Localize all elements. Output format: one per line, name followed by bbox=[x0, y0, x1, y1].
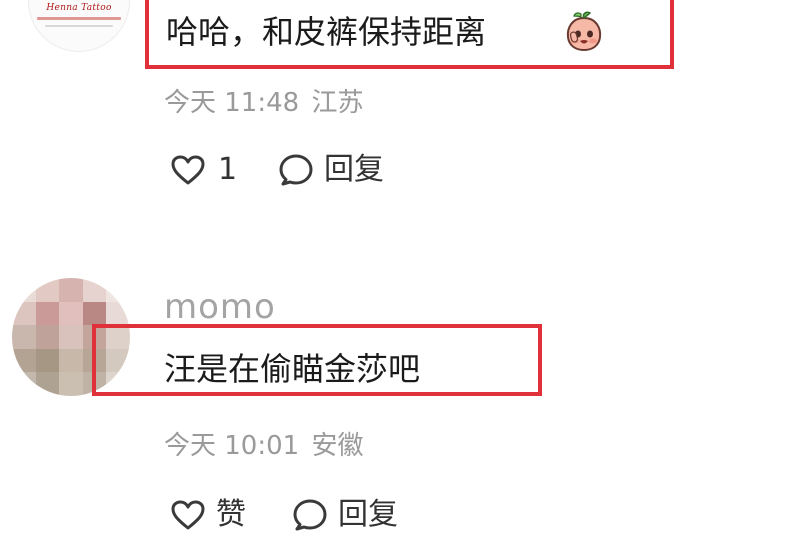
comment2-reply-label: 回复 bbox=[338, 497, 398, 532]
comment1-like-button[interactable]: 1 bbox=[170, 152, 237, 188]
comment2-like-button[interactable]: 赞 bbox=[170, 497, 246, 533]
comment1-location: 江苏 bbox=[311, 88, 364, 118]
comment1-meta: 今天 11:48 江苏 bbox=[164, 90, 363, 116]
speech-bubble-icon bbox=[278, 153, 314, 187]
avatar-brand-decoration bbox=[45, 25, 113, 27]
comment1-reply-button[interactable]: 回复 bbox=[278, 152, 384, 188]
avatar-brand-text: Henna Tattoo bbox=[46, 3, 112, 13]
heart-icon bbox=[170, 499, 206, 531]
comment2-like-label: 赞 bbox=[216, 497, 246, 532]
peach-face-emoji-icon bbox=[564, 10, 604, 52]
comment2-text: 汪是在偷瞄金莎吧 bbox=[164, 350, 421, 388]
comment2-time: 今天 10:01 bbox=[164, 431, 300, 461]
comment1-reply-label: 回复 bbox=[324, 152, 384, 187]
comment1-time: 今天 11:48 bbox=[164, 88, 300, 118]
comment2-location: 安徽 bbox=[311, 431, 364, 461]
avatar-brand-decoration bbox=[37, 17, 121, 20]
comment1-like-count: 1 bbox=[218, 152, 238, 187]
comment1-text: 哈哈，和皮裤保持距离 bbox=[166, 13, 487, 51]
heart-icon bbox=[170, 154, 206, 186]
comment2-username[interactable]: momo bbox=[164, 290, 276, 324]
speech-bubble-icon bbox=[292, 498, 328, 532]
comment1-avatar[interactable]: Henna Tattoo bbox=[28, 0, 130, 52]
comment2-meta: 今天 10:01 安徽 bbox=[164, 433, 363, 459]
comment2-reply-button[interactable]: 回复 bbox=[292, 497, 398, 533]
